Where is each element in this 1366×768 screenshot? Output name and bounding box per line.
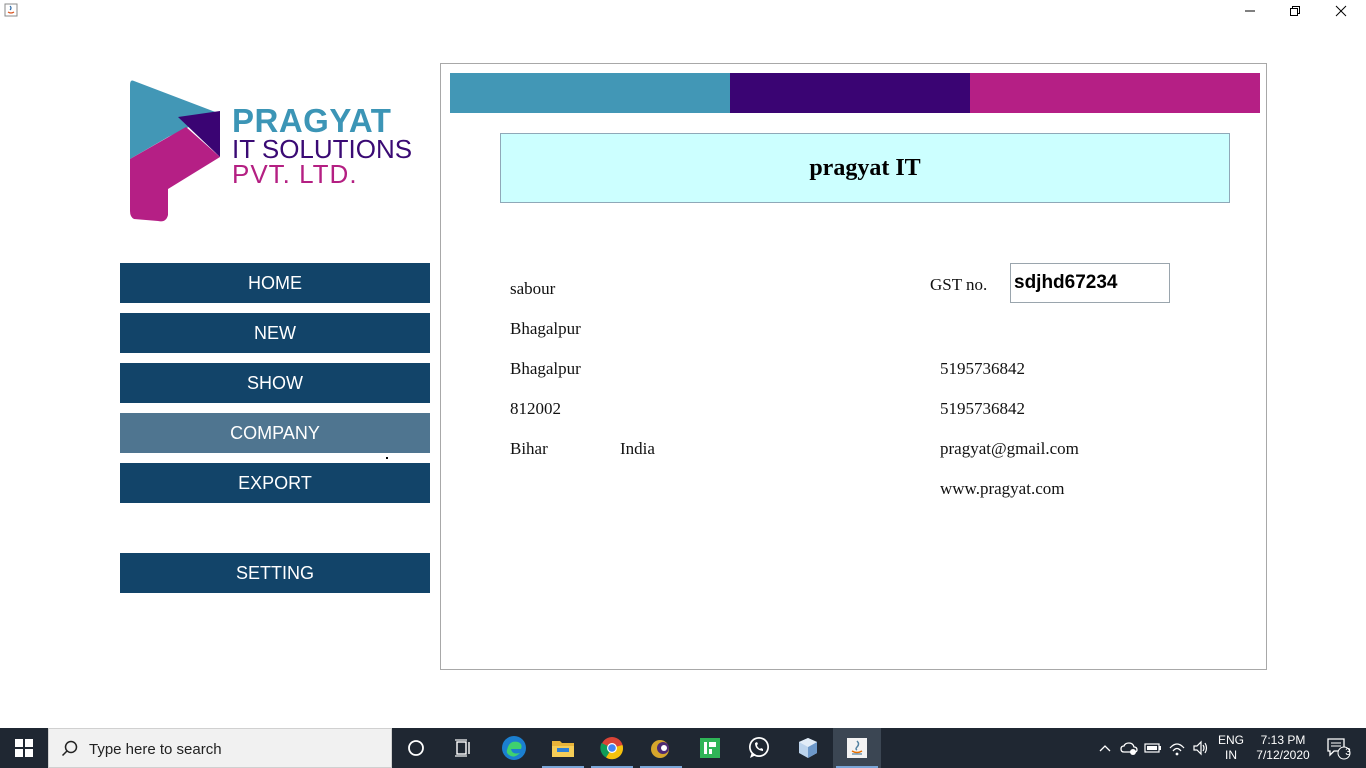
pin-code-text: 812002 bbox=[510, 399, 561, 418]
address-line-2: Bhagalpur bbox=[510, 319, 581, 338]
input-language-indicator[interactable]: ENG IN bbox=[1216, 733, 1246, 763]
notification-count: 3 bbox=[1345, 747, 1351, 758]
logo-line-1: PRAGYAT bbox=[232, 102, 392, 139]
address-line-1: sabour bbox=[510, 279, 556, 298]
chrome-taskbar-button[interactable] bbox=[588, 728, 636, 768]
windows-logo-icon bbox=[15, 739, 33, 757]
task-view-icon bbox=[455, 739, 470, 757]
clock-date: 7/12/2020 bbox=[1256, 748, 1310, 762]
phone-1-text: 5195736842 bbox=[940, 359, 1025, 378]
show-button[interactable]: SHOW bbox=[120, 363, 430, 403]
search-icon bbox=[61, 740, 78, 757]
whatsapp-taskbar-button[interactable] bbox=[735, 728, 783, 768]
company-logo-text: PRAGYAT IT SOLUTIONS PVT. LTD. bbox=[232, 104, 412, 187]
start-button[interactable] bbox=[0, 728, 48, 768]
website-text: www.pragyat.com bbox=[940, 479, 1065, 498]
new-button[interactable]: NEW bbox=[120, 313, 430, 353]
intellij-taskbar-button[interactable] bbox=[686, 728, 734, 768]
stray-pixel bbox=[386, 457, 388, 459]
battery-tray-button[interactable] bbox=[1142, 728, 1164, 768]
file-explorer-icon bbox=[552, 741, 574, 757]
whatsapp-icon bbox=[749, 737, 769, 758]
minimize-button[interactable] bbox=[1227, 0, 1273, 22]
setting-button[interactable]: SETTING bbox=[120, 553, 430, 593]
volume-tray-button[interactable] bbox=[1190, 728, 1212, 768]
header-bar-teal bbox=[450, 73, 730, 113]
virtualbox-taskbar-button[interactable] bbox=[784, 728, 832, 768]
region-code: IN bbox=[1225, 748, 1237, 762]
state-text: Bihar bbox=[510, 439, 548, 458]
cloud-sync-icon bbox=[1120, 742, 1138, 755]
wifi-icon bbox=[1169, 743, 1185, 756]
gst-number-field[interactable] bbox=[1010, 263, 1170, 303]
eclipse-icon bbox=[651, 740, 669, 758]
close-button[interactable] bbox=[1318, 0, 1364, 22]
java-taskbar-button[interactable] bbox=[833, 728, 881, 768]
edge-taskbar-button[interactable] bbox=[490, 728, 538, 768]
restore-icon bbox=[1290, 6, 1300, 16]
header-bar-purple bbox=[730, 73, 970, 113]
file-explorer-taskbar-button[interactable] bbox=[539, 728, 587, 768]
show-hidden-icons-button[interactable] bbox=[1096, 728, 1114, 768]
taskbar-clock[interactable]: 7:13 PM 7/12/2020 bbox=[1250, 733, 1316, 763]
task-view-button[interactable] bbox=[440, 728, 488, 768]
export-button[interactable]: EXPORT bbox=[120, 463, 430, 503]
intellij-icon bbox=[700, 738, 720, 758]
country-text: India bbox=[620, 439, 655, 458]
language-code: ENG bbox=[1217, 733, 1244, 747]
search-placeholder: Type here to search bbox=[89, 741, 222, 758]
city-text: Bhagalpur bbox=[510, 359, 581, 378]
home-button[interactable]: HOME bbox=[120, 263, 430, 303]
restore-button[interactable] bbox=[1272, 0, 1318, 22]
email-text: pragyat@gmail.com bbox=[940, 439, 1079, 458]
phone-2-text: 5195736842 bbox=[940, 399, 1025, 418]
java-icon bbox=[847, 738, 867, 758]
eclipse-taskbar-button[interactable] bbox=[637, 728, 685, 768]
cortana-button[interactable] bbox=[392, 728, 440, 768]
chevron-up-icon bbox=[1099, 745, 1111, 752]
taskbar-search-box[interactable]: Type here to search bbox=[48, 728, 392, 768]
logo-line-3: PVT. LTD. bbox=[232, 159, 358, 189]
network-tray-button[interactable] bbox=[1166, 728, 1188, 768]
minimize-icon bbox=[1245, 10, 1255, 12]
battery-icon bbox=[1144, 743, 1161, 753]
windows-taskbar: Type here to search ENG IN 7:13 PM 7/12/… bbox=[0, 728, 1366, 768]
gst-label: GST no. bbox=[930, 275, 988, 294]
speaker-icon bbox=[1193, 740, 1208, 756]
action-center-button[interactable]: 3 bbox=[1318, 728, 1358, 768]
clock-time: 7:13 PM bbox=[1260, 733, 1306, 747]
virtualbox-icon bbox=[799, 738, 817, 758]
header-bar-magenta bbox=[970, 73, 1260, 113]
close-icon bbox=[1335, 5, 1347, 17]
java-app-icon bbox=[4, 3, 18, 17]
cortana-icon bbox=[408, 740, 424, 756]
onedrive-tray-button[interactable] bbox=[1118, 728, 1140, 768]
chrome-icon bbox=[600, 737, 624, 760]
edge-icon bbox=[502, 736, 526, 760]
company-button[interactable]: COMPANY bbox=[120, 413, 430, 453]
company-name-title: pragyat IT bbox=[500, 133, 1230, 203]
